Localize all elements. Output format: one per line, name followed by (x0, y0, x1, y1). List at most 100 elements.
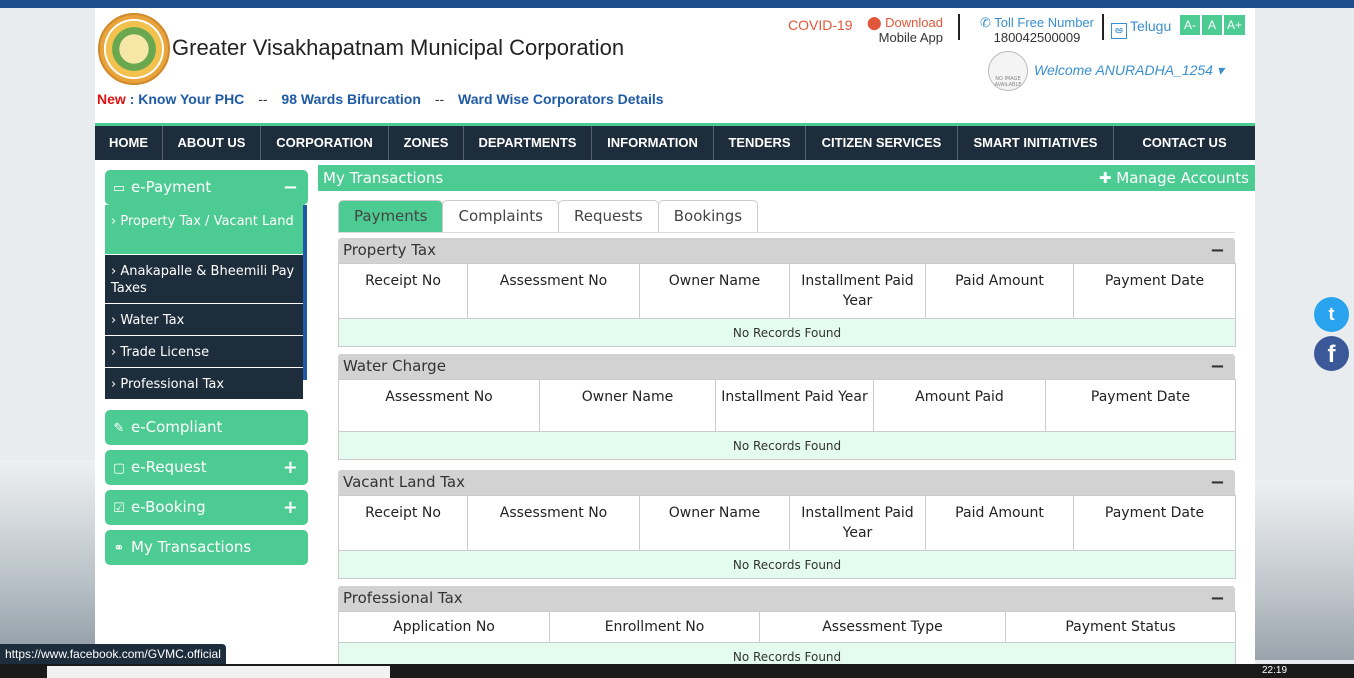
font-increase-button[interactable]: A+ (1224, 15, 1245, 35)
sidebar-ecompliant[interactable]: ✎ e-Compliant (105, 410, 308, 445)
taskbar-search[interactable] (47, 666, 390, 678)
nav-smart-initiatives[interactable]: SMART INITIATIVES (958, 126, 1114, 160)
sidebar-ebooking[interactable]: ☑ e-Booking + (105, 490, 308, 525)
column-header: Assessment No (467, 495, 640, 551)
collapse-icon[interactable]: − (283, 170, 298, 205)
panel-header[interactable]: Water Charge − (338, 354, 1235, 379)
panel-property-tax: Property Tax − Receipt No Assessment No O… (338, 238, 1236, 347)
table-header-row: Application No Enrollment No Assessment … (338, 611, 1236, 643)
covid-link[interactable]: COVID-19 (788, 17, 853, 33)
sidebar-my-transactions[interactable]: ⚭ My Transactions (105, 530, 308, 565)
my-transactions-bar: My Transactions ✚ Manage Accounts (318, 165, 1255, 191)
panel-header[interactable]: Professional Tax − (338, 586, 1235, 611)
sidebar-item-anakapalle[interactable]: › Anakapalle & Bheemili Pay Taxes (105, 255, 303, 304)
column-header: Amount Paid (873, 379, 1046, 432)
vacant-land-tax-table: Receipt No Assessment No Owner Name Inst… (338, 495, 1236, 579)
nav-about-us[interactable]: ABOUT US (163, 126, 261, 160)
submenu-scrollbar[interactable] (303, 205, 307, 380)
minimize-icon[interactable]: − (1210, 354, 1225, 379)
nav-home[interactable]: HOME (95, 126, 163, 160)
know-your-phc-link[interactable]: Know Your PHC (138, 91, 244, 107)
credit-card-icon: ▭ (112, 181, 126, 196)
main-nav: HOME ABOUT US CORPORATION ZONES DEPARTME… (95, 123, 1255, 160)
link-separator: -- (434, 91, 445, 107)
nav-contact-us[interactable]: CONTACT US (1114, 126, 1255, 160)
news-line: New : Know Your PHC -- 98 Wards Bifurcat… (97, 91, 664, 107)
tab-requests[interactable]: Requests (558, 200, 659, 232)
no-records-message: No Records Found (338, 318, 1236, 347)
mobile-app-label: Mobile App (878, 30, 943, 45)
tab-bookings[interactable]: Bookings (657, 200, 759, 232)
font-normal-button[interactable]: A (1202, 15, 1222, 35)
minimize-icon[interactable]: − (1210, 470, 1225, 495)
nav-tenders[interactable]: TENDERS (714, 126, 806, 160)
panel-header[interactable]: Property Tax − (338, 238, 1235, 263)
gvmc-logo[interactable] (98, 13, 170, 85)
column-header: Installment Paid Year (789, 495, 926, 551)
user-menu[interactable]: Welcome ANURADHA_1254 ▾ (1034, 62, 1224, 79)
transaction-tabs: Payments Complaints Requests Bookings (338, 200, 759, 232)
sidebar-item-property-tax[interactable]: › Property Tax / Vacant Land (105, 205, 303, 255)
sidebar-item-professional-tax[interactable]: › Professional Tax (105, 368, 303, 400)
new-label: New (97, 91, 126, 107)
minimize-icon[interactable]: − (1210, 586, 1225, 611)
table-row: No Records Found (338, 550, 1236, 579)
download-app-link[interactable]: ⬤ Download Mobile App (865, 15, 943, 45)
checkbox-icon: ☑ (113, 501, 125, 516)
sidebar-item-trade-license[interactable]: › Trade License (105, 336, 303, 368)
table-header-row: Assessment No Owner Name Installment Pai… (338, 379, 1236, 432)
table-header-row: Receipt No Assessment No Owner Name Inst… (338, 495, 1236, 551)
nav-departments[interactable]: DEPARTMENTS (464, 126, 592, 160)
column-header: Owner Name (639, 263, 790, 319)
toll-free: ✆ Toll Free Number 180042500009 (975, 15, 1099, 45)
epayment-submenu: › Property Tax / Vacant Land › Anakapall… (105, 205, 308, 405)
column-header: Paid Amount (925, 495, 1074, 551)
column-header: Installment Paid Year (715, 379, 874, 432)
laptop-icon: ▢ (112, 461, 126, 476)
nav-zones[interactable]: ZONES (389, 126, 464, 160)
nav-citizen-services[interactable]: CITIZEN SERVICES (806, 126, 958, 160)
sidebar: ▭ e-Payment − › Property Tax / Vacant Lan… (105, 170, 308, 570)
org-name: Greater Visakhapatnam Municipal Corporat… (172, 35, 625, 60)
nav-information[interactable]: INFORMATION (592, 126, 714, 160)
sidebar-epayment[interactable]: ▭ e-Payment − (105, 170, 308, 205)
expand-icon[interactable]: + (283, 490, 298, 525)
ward-corporators-link[interactable]: Ward Wise Corporators Details (458, 91, 664, 107)
background-landscape-left (0, 460, 95, 660)
table-row: No Records Found (338, 431, 1236, 460)
android-icon: ⬤ (867, 15, 886, 30)
minimize-icon[interactable]: − (1210, 238, 1225, 263)
facebook-icon[interactable]: f (1314, 336, 1349, 371)
header-divider (1102, 14, 1104, 40)
panel-title: Water Charge (343, 357, 446, 375)
tabs-divider (338, 232, 1235, 233)
sidebar-item-water-tax[interactable]: › Water Tax (105, 304, 303, 336)
column-header: Owner Name (539, 379, 716, 432)
avatar[interactable]: NO IMAGE AVAILABLE (988, 51, 1028, 91)
font-decrease-button[interactable]: A- (1180, 15, 1200, 35)
nav-corporation[interactable]: CORPORATION (261, 126, 389, 160)
panel-header[interactable]: Vacant Land Tax − (338, 470, 1235, 495)
expand-icon[interactable]: + (283, 450, 298, 485)
edit-icon: ✎ (113, 421, 125, 436)
link-separator: -- (258, 91, 268, 107)
link-icon: ⚭ (113, 541, 125, 556)
panel-title: Professional Tax (343, 589, 463, 607)
translate-icon: అ (1111, 23, 1127, 39)
column-header: Enrollment No (549, 611, 760, 643)
sidebar-ecompliant-label: e-Compliant (131, 418, 223, 436)
manage-accounts-button[interactable]: ✚ Manage Accounts (1099, 165, 1249, 191)
column-header: Application No (338, 611, 550, 643)
tab-payments[interactable]: Payments (338, 200, 444, 232)
tab-complaints[interactable]: Complaints (442, 200, 559, 232)
toll-free-number: 180042500009 (993, 30, 1081, 45)
sidebar-erequest[interactable]: ▢ e-Request + (105, 450, 308, 485)
wards-bifurcation-link[interactable]: 98 Wards Bifurcation (281, 91, 421, 107)
language-switch[interactable]: అ Telugu (1111, 18, 1171, 39)
twitter-icon[interactable]: t (1314, 297, 1349, 332)
column-header: Payment Date (1073, 495, 1236, 551)
column-header: Payment Date (1073, 263, 1236, 319)
panel-professional-tax: Professional Tax − Application No Enrollm… (338, 586, 1236, 668)
sidebar-my-transactions-label: My Transactions (131, 538, 252, 556)
background-landscape-right (1255, 480, 1354, 660)
